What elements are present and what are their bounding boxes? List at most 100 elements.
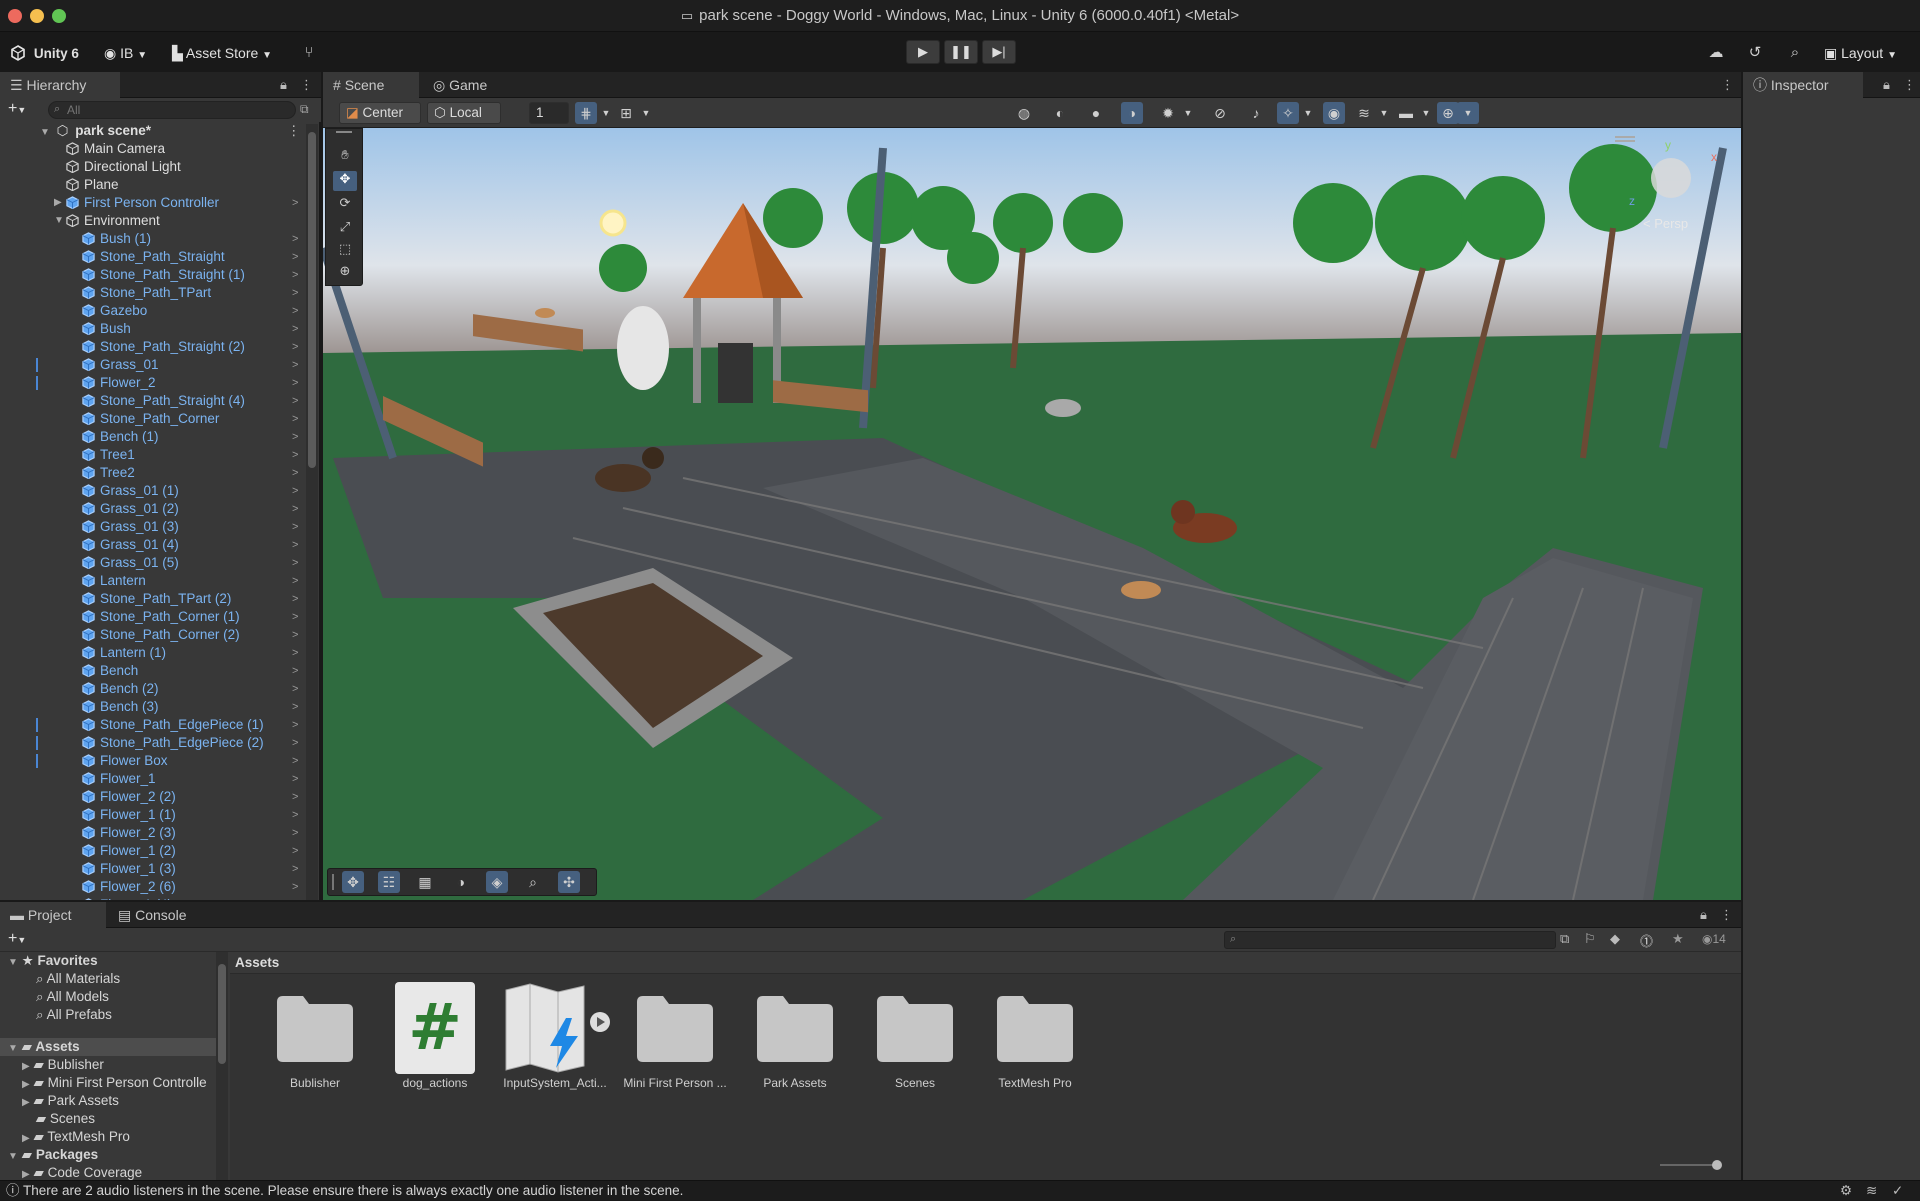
- hierarchy-item[interactable]: Gazebo >: [0, 302, 300, 320]
- shading-shaded-wire-icon[interactable]: ◐: [1049, 102, 1071, 124]
- move-tool-icon[interactable]: ✥: [333, 171, 357, 191]
- scene-menu-icon[interactable]: ⋮: [287, 122, 301, 140]
- chevron-right-icon[interactable]: >: [292, 572, 298, 590]
- chevron-right-icon[interactable]: >: [292, 428, 298, 446]
- assets-root-row[interactable]: ▼ ▰ Assets: [8, 1038, 80, 1056]
- version-control-icon[interactable]: ⑂: [298, 42, 320, 64]
- asset-tile[interactable]: Scenes: [860, 982, 970, 1090]
- unity-menu-button[interactable]: Unity 6: [10, 42, 90, 64]
- hierarchy-item[interactable]: Stone_Path_EdgePiece (1) >: [0, 716, 300, 734]
- chevron-right-icon[interactable]: >: [292, 464, 298, 482]
- hierarchy-item[interactable]: Grass_01 (2) >: [0, 500, 300, 518]
- favorite-item[interactable]: ⌕ All Models: [36, 988, 109, 1006]
- hierarchy-item[interactable]: Tree1 >: [0, 446, 300, 464]
- hierarchy-item[interactable]: Stone_Path_Corner >: [0, 410, 300, 428]
- project-search-input[interactable]: [1224, 931, 1556, 949]
- chevron-right-icon[interactable]: >: [292, 824, 298, 842]
- overlay-drag-handle[interactable]: [332, 874, 334, 890]
- hierarchy-item[interactable]: Tree2 >: [0, 464, 300, 482]
- zoom-icon[interactable]: ⌕: [522, 871, 544, 893]
- chevron-right-icon[interactable]: >: [292, 248, 298, 266]
- asset-tile[interactable]: Park Assets: [740, 982, 850, 1090]
- asset-tile[interactable]: InputSystem_Acti...: [500, 982, 610, 1090]
- hierarchy-item[interactable]: Flower_1 (3) >: [0, 860, 300, 878]
- scene-root-row[interactable]: ▼ ⬡ park scene* ⋮: [0, 122, 301, 140]
- hierarchy-item[interactable]: Flower_2 >: [0, 374, 300, 392]
- hierarchy-item[interactable]: Main Camera: [0, 140, 300, 158]
- hierarchy-item[interactable]: Stone_Path_Straight (2) >: [0, 338, 300, 356]
- hierarchy-item[interactable]: Bench (1) >: [0, 428, 300, 446]
- panel-menu-icon[interactable]: ⋮: [1720, 907, 1733, 923]
- chevron-right-icon[interactable]: >: [292, 626, 298, 644]
- tab-inspector[interactable]: ⓘ Inspector: [1743, 72, 1863, 98]
- scrollbar-thumb[interactable]: [308, 132, 316, 468]
- gizmo-menu-icon[interactable]: [1615, 136, 1635, 138]
- packages-root-row[interactable]: ▼ ▰ Packages: [8, 1146, 98, 1164]
- hierarchy-item[interactable]: Flower_1 (2) >: [0, 842, 300, 860]
- chevron-right-icon[interactable]: >: [292, 500, 298, 518]
- chevron-down-icon[interactable]: ▼: [595, 102, 617, 124]
- move-snap-icon[interactable]: ✥: [342, 871, 364, 893]
- hierarchy-item[interactable]: Grass_01 (3) >: [0, 518, 300, 536]
- tab-hierarchy[interactable]: ☰ Hierarchy: [0, 72, 120, 98]
- scale-tool-icon[interactable]: ⤢: [333, 219, 357, 239]
- favorites-header[interactable]: ▼ ★ Favorites: [8, 952, 98, 970]
- chevron-down-icon[interactable]: ▼: [1457, 102, 1479, 124]
- grid-visibility-icon[interactable]: ▦: [414, 871, 436, 893]
- asset-folder-row[interactable]: ▶ ▰ Mini First Person Controlle: [22, 1074, 207, 1092]
- hierarchy-item[interactable]: Grass_01 (5) >: [0, 554, 300, 572]
- chevron-right-icon[interactable]: >: [292, 806, 298, 824]
- hierarchy-scrollbar[interactable]: [306, 124, 318, 900]
- search-icon[interactable]: ⌕: [1784, 42, 1806, 64]
- panel-menu-icon[interactable]: ⋮: [1721, 77, 1734, 93]
- chevron-right-icon[interactable]: >: [292, 392, 298, 410]
- favorite-item[interactable]: ⌕ All Prefabs: [36, 1006, 112, 1024]
- pivot-space-dropdown[interactable]: ⬡ Local ▼: [427, 102, 501, 139]
- hidden-packages-badge[interactable]: ◉14: [1702, 932, 1726, 946]
- hierarchy-item[interactable]: Flower_1 >: [0, 770, 300, 788]
- pivot-icon[interactable]: ✣: [558, 871, 580, 893]
- transform-tool-icon[interactable]: ⊕: [333, 263, 357, 283]
- pivot-mode-dropdown[interactable]: ◪ Center ▼: [339, 102, 421, 139]
- network-icon[interactable]: ⚙: [1840, 1181, 1852, 1201]
- collapse-arrow-icon[interactable]: ▶: [22, 1097, 30, 1108]
- hierarchy-item[interactable]: Stone_Path_TPart (2) >: [0, 590, 300, 608]
- chevron-right-icon[interactable]: >: [292, 752, 298, 770]
- pause-button[interactable]: ❚❚: [944, 40, 978, 64]
- hierarchy-item[interactable]: Lantern (1) >: [0, 644, 300, 662]
- tab-game[interactable]: ◎ Game: [423, 72, 503, 98]
- scene-viewport[interactable]: ✋︎ ✥ ⟳ ⤢ ⬚ ⊕ y x z < Persp ✥ ☷ ▦ ◑ ◈ ⌕ ✣: [323, 128, 1741, 900]
- chevron-down-icon[interactable]: ▼: [1373, 102, 1395, 124]
- chevron-right-icon[interactable]: >: [292, 554, 298, 572]
- package-row[interactable]: ▶ ▰ Code Coverage: [22, 1164, 142, 1180]
- chevron-right-icon[interactable]: >: [292, 266, 298, 284]
- favorite-star-icon[interactable]: ★: [1672, 931, 1684, 947]
- gizmo-cube-icon[interactable]: [1651, 158, 1691, 198]
- history-icon[interactable]: ↺: [1744, 42, 1766, 64]
- scene-visibility-icon[interactable]: ◉: [1323, 102, 1345, 124]
- shading-wireframe-icon[interactable]: ◍: [1013, 102, 1035, 124]
- chevron-right-icon[interactable]: >: [292, 590, 298, 608]
- layers-icon[interactable]: ≋: [1353, 102, 1375, 124]
- hand-tool-icon[interactable]: ✋︎: [333, 147, 357, 167]
- hierarchy-item[interactable]: ▶ First Person Controller >: [0, 194, 300, 212]
- asset-tile[interactable]: # dog_actions: [380, 982, 490, 1090]
- hierarchy-item[interactable]: Lantern >: [0, 572, 300, 590]
- chevron-right-icon[interactable]: >: [292, 896, 298, 900]
- folder-tree-scrollbar[interactable]: [216, 952, 228, 1180]
- hierarchy-search-input[interactable]: [48, 101, 296, 119]
- chevron-down-icon[interactable]: ▼: [1177, 102, 1199, 124]
- collapse-arrow-icon[interactable]: ▶: [22, 1061, 30, 1072]
- chevron-right-icon[interactable]: >: [292, 734, 298, 752]
- panel-menu-icon[interactable]: ⋮: [1903, 77, 1916, 93]
- chevron-down-icon[interactable]: ▼: [1415, 102, 1437, 124]
- layout-dropdown[interactable]: ▣ Layout ▼: [1824, 42, 1910, 64]
- favorite-item[interactable]: ⌕ All Materials: [36, 970, 120, 988]
- chevron-right-icon[interactable]: >: [292, 194, 298, 212]
- rect-tool-icon[interactable]: ⬚: [333, 241, 357, 261]
- projection-toggle[interactable]: < Persp: [1643, 216, 1688, 231]
- effects-toggle-icon[interactable]: ✧: [1277, 102, 1299, 124]
- chevron-right-icon[interactable]: >: [292, 284, 298, 302]
- audio-toggle-icon[interactable]: ♪: [1245, 102, 1267, 124]
- expand-arrow-icon[interactable]: ▼: [54, 212, 64, 230]
